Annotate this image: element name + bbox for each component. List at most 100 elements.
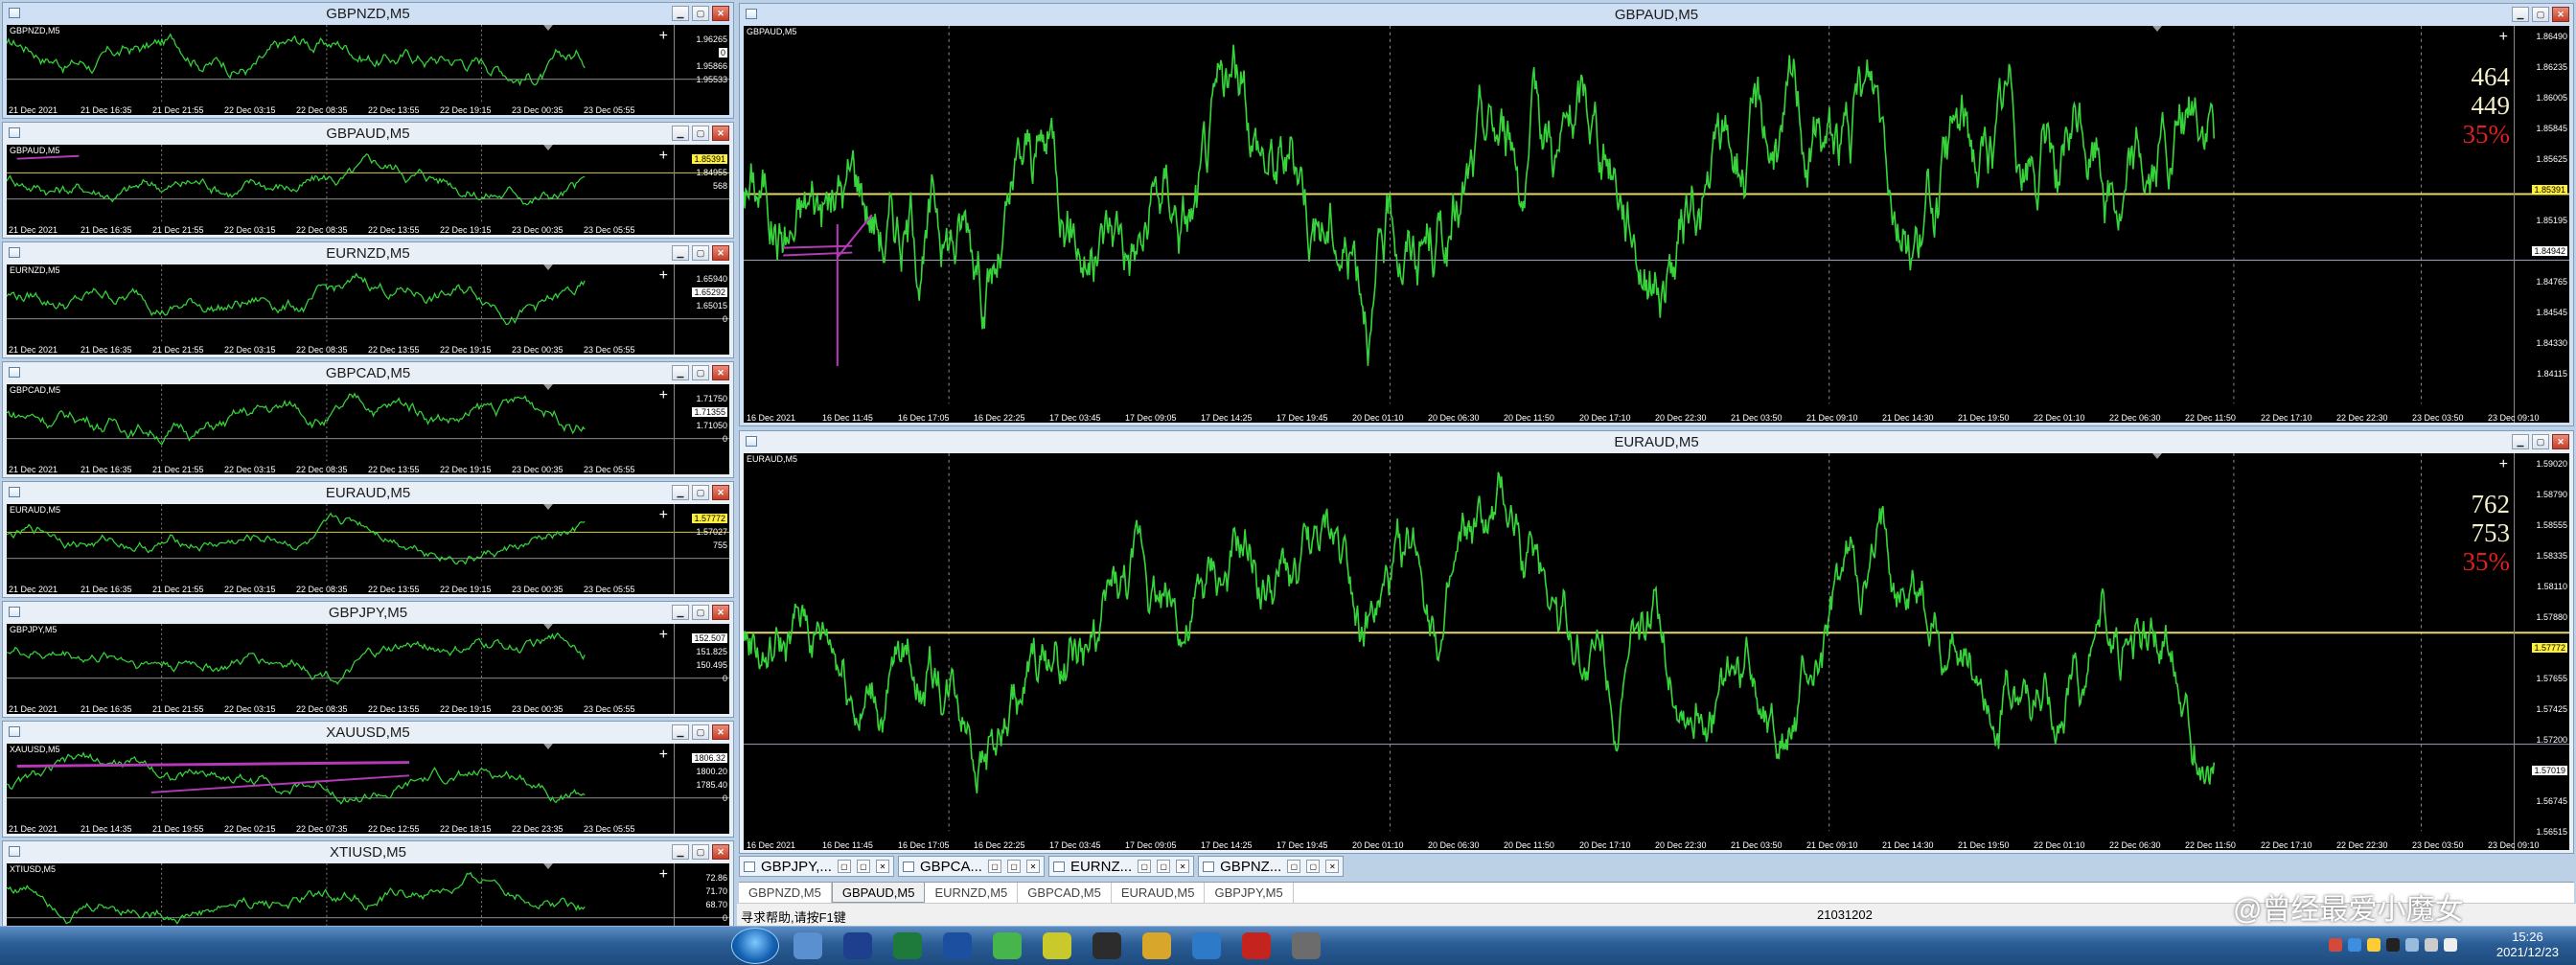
taskbar-browser-green-icon[interactable] [1035,930,1079,962]
close-button[interactable]: ✕ [1176,860,1190,873]
maximize-button[interactable]: ▢ [1306,860,1321,873]
chart-shift-marker-icon[interactable] [543,25,553,31]
window-tab[interactable]: EURNZ... ▢ ▢ ✕ [1047,856,1195,877]
close-button[interactable]: ✕ [2552,7,2569,22]
chart-tab[interactable]: EURNZD,M5 [925,883,1019,903]
close-button[interactable]: ✕ [1025,860,1040,873]
maximize-button[interactable]: ▢ [856,860,870,873]
tray-icon-1[interactable] [2329,938,2342,952]
tray-icon-3[interactable] [2367,938,2380,952]
minimize-button[interactable]: ▁ [672,485,689,500]
window-title-bar[interactable]: XTIUSD,M5 ▁ ▢ ✕ [3,841,733,862]
restore-button[interactable]: ▢ [1287,860,1301,873]
chart-window-euraudm-main[interactable]: EURAUD,M5 ▁ ▢ ✕ EURAUD,M5 + 762 753 35% 1.590… [739,430,2574,854]
maximize-button[interactable]: ▢ [692,485,709,500]
chart-window-gbpaudm-main[interactable]: GBPAUD,M5 ▁ ▢ ✕ GBPAUD,M5 + 464 449 35% 1.864… [739,3,2574,426]
taskbar-opera-icon[interactable] [1234,930,1278,962]
close-button[interactable]: ✕ [712,365,729,380]
minimize-button[interactable]: ▁ [672,245,689,261]
minimize-button[interactable]: ▁ [672,724,689,740]
window-title-bar[interactable]: GBPJPY,M5 ▁ ▢ ✕ [3,602,733,623]
taskbar-media-player-icon[interactable] [836,930,880,962]
close-button[interactable]: ✕ [712,485,729,500]
window-title-bar[interactable]: XAUUSD,M5 ▁ ▢ ✕ [3,722,733,743]
close-button[interactable]: ✕ [712,724,729,740]
taskbar-files-icon[interactable] [1135,930,1179,962]
close-button[interactable]: ✕ [712,245,729,261]
start-button[interactable] [731,928,779,964]
chart-shift-marker-icon[interactable] [543,504,553,510]
close-button[interactable]: ✕ [712,126,729,141]
maximize-button[interactable]: ▢ [692,126,709,141]
tray-icon-2[interactable] [2348,938,2361,952]
maximize-button[interactable]: ▢ [692,245,709,261]
chart-tab[interactable]: GBPAUD,M5 [831,883,926,903]
close-button[interactable]: ✕ [712,605,729,620]
chart-window-eurnzdm[interactable]: EURNZD,M5 ▁ ▢ ✕ EURNZD,M5 + 1.65940 1.65292 1… [2,241,734,358]
maximize-button[interactable]: ▢ [692,365,709,380]
minimize-button[interactable]: ▁ [672,844,689,860]
chart-tab[interactable]: GBPJPY,M5 [1205,883,1294,903]
chart-shift-marker-icon[interactable] [543,624,553,630]
clock[interactable]: 15:26 2021/12/23 [2496,930,2559,960]
restore-button[interactable]: ▢ [987,860,1001,873]
minimize-button[interactable]: ▁ [2512,434,2529,449]
chart-tab[interactable]: EURAUD,M5 [1112,883,1206,903]
window-title-bar[interactable]: GBPAUD,M5 ▁ ▢ ✕ [3,123,733,144]
window-title-bar[interactable]: EURAUD,M5 ▁ ▢ ✕ [740,431,2573,452]
window-title-bar[interactable]: GBPNZD,M5 ▁ ▢ ✕ [3,3,733,24]
chart-window-xauusdm[interactable]: XAUUSD,M5 ▁ ▢ ✕ XAUUSD,M5 + 1806.32 1800.20 1… [2,721,734,838]
price-chart[interactable]: EURAUD,M5 + 1.57772 1.57027 755 21 Dec 202… [7,504,729,594]
window-tab[interactable]: GBPCA... ▢ ▢ ✕ [897,856,1045,877]
taskbar-qq-icon[interactable] [1085,930,1129,962]
taskbar-wechat-icon[interactable] [985,930,1029,962]
price-chart[interactable]: EURNZD,M5 + 1.65940 1.65292 1.65015 0 21 De… [7,264,729,355]
price-chart[interactable]: EURAUD,M5 + 762 753 35% 1.59020 1.58790 1.58… [744,453,2569,850]
tray-icon-5[interactable] [2405,938,2419,952]
price-chart[interactable]: GBPAUD,M5 + 1.85391 1.84955 568 21 Dec 202… [7,145,729,235]
restore-button[interactable]: ▢ [837,860,851,873]
minimize-button[interactable]: ▁ [672,605,689,620]
minimize-button[interactable]: ▁ [672,126,689,141]
price-chart[interactable]: GBPJPY,M5 + 152.507 151.825 150.495 0 21 De… [7,624,729,714]
window-title-bar[interactable]: EURAUD,M5 ▁ ▢ ✕ [3,482,733,503]
maximize-button[interactable]: ▢ [1006,860,1021,873]
taskbar-word-icon[interactable] [935,930,979,962]
chart-window-gbpaudm[interactable]: GBPAUD,M5 ▁ ▢ ✕ GBPAUD,M5 + 1.85391 1.84955 5… [2,122,734,239]
window-tab[interactable]: GBPNZ... ▢ ▢ ✕ [1198,856,1345,877]
chart-tab[interactable]: GBPCAD,M5 [1018,883,1112,903]
maximize-button[interactable]: ▢ [1157,860,1171,873]
chart-shift-marker-icon[interactable] [543,264,553,270]
chart-shift-marker-icon[interactable] [543,744,553,749]
tray-icon-7[interactable] [2444,938,2457,952]
taskbar-excel-icon[interactable] [886,930,930,962]
window-title-bar[interactable]: GBPAUD,M5 ▁ ▢ ✕ [740,4,2573,25]
window-tab[interactable]: GBPJPY,... ▢ ▢ ✕ [739,856,894,877]
chart-window-euraudm[interactable]: EURAUD,M5 ▁ ▢ ✕ EURAUD,M5 + 1.57772 1.57027 7… [2,481,734,598]
chart-window-gbpnzdm[interactable]: GBPNZD,M5 ▁ ▢ ✕ GBPNZD,M5 + 1.96265 0 1.95866… [2,2,734,119]
minimize-button[interactable]: ▁ [672,365,689,380]
maximize-button[interactable]: ▢ [2532,434,2549,449]
maximize-button[interactable]: ▢ [692,724,709,740]
tray-icon-6[interactable] [2425,938,2438,952]
minimize-button[interactable]: ▁ [672,6,689,21]
price-chart[interactable]: GBPAUD,M5 + 464 449 35% 1.86490 1.86235 1.86… [744,26,2569,423]
taskbar-browser-blue-icon[interactable] [1184,930,1229,962]
close-button[interactable]: ✕ [2552,434,2569,449]
window-title-bar[interactable]: EURNZD,M5 ▁ ▢ ✕ [3,242,733,264]
taskbar-explorer-icon[interactable] [786,930,830,962]
chart-shift-marker-icon[interactable] [543,863,553,869]
minimize-button[interactable]: ▁ [2512,7,2529,22]
chart-shift-marker-icon[interactable] [543,384,553,390]
maximize-button[interactable]: ▢ [692,605,709,620]
chart-tab[interactable]: GBPNZD,M5 [739,883,832,903]
maximize-button[interactable]: ▢ [692,844,709,860]
chart-shift-marker-icon[interactable] [2152,26,2162,32]
chart-window-gbpjpym[interactable]: GBPJPY,M5 ▁ ▢ ✕ GBPJPY,M5 + 152.507 151.825 1… [2,601,734,718]
close-button[interactable]: ✕ [875,860,889,873]
tray-icon-4[interactable] [2386,938,2400,952]
price-chart[interactable]: GBPCAD,M5 + 1.71750 1.71355 1.71050 0 21 De… [7,384,729,474]
close-button[interactable]: ✕ [712,6,729,21]
chart-shift-marker-icon[interactable] [2152,453,2162,459]
window-title-bar[interactable]: GBPCAD,M5 ▁ ▢ ✕ [3,362,733,383]
